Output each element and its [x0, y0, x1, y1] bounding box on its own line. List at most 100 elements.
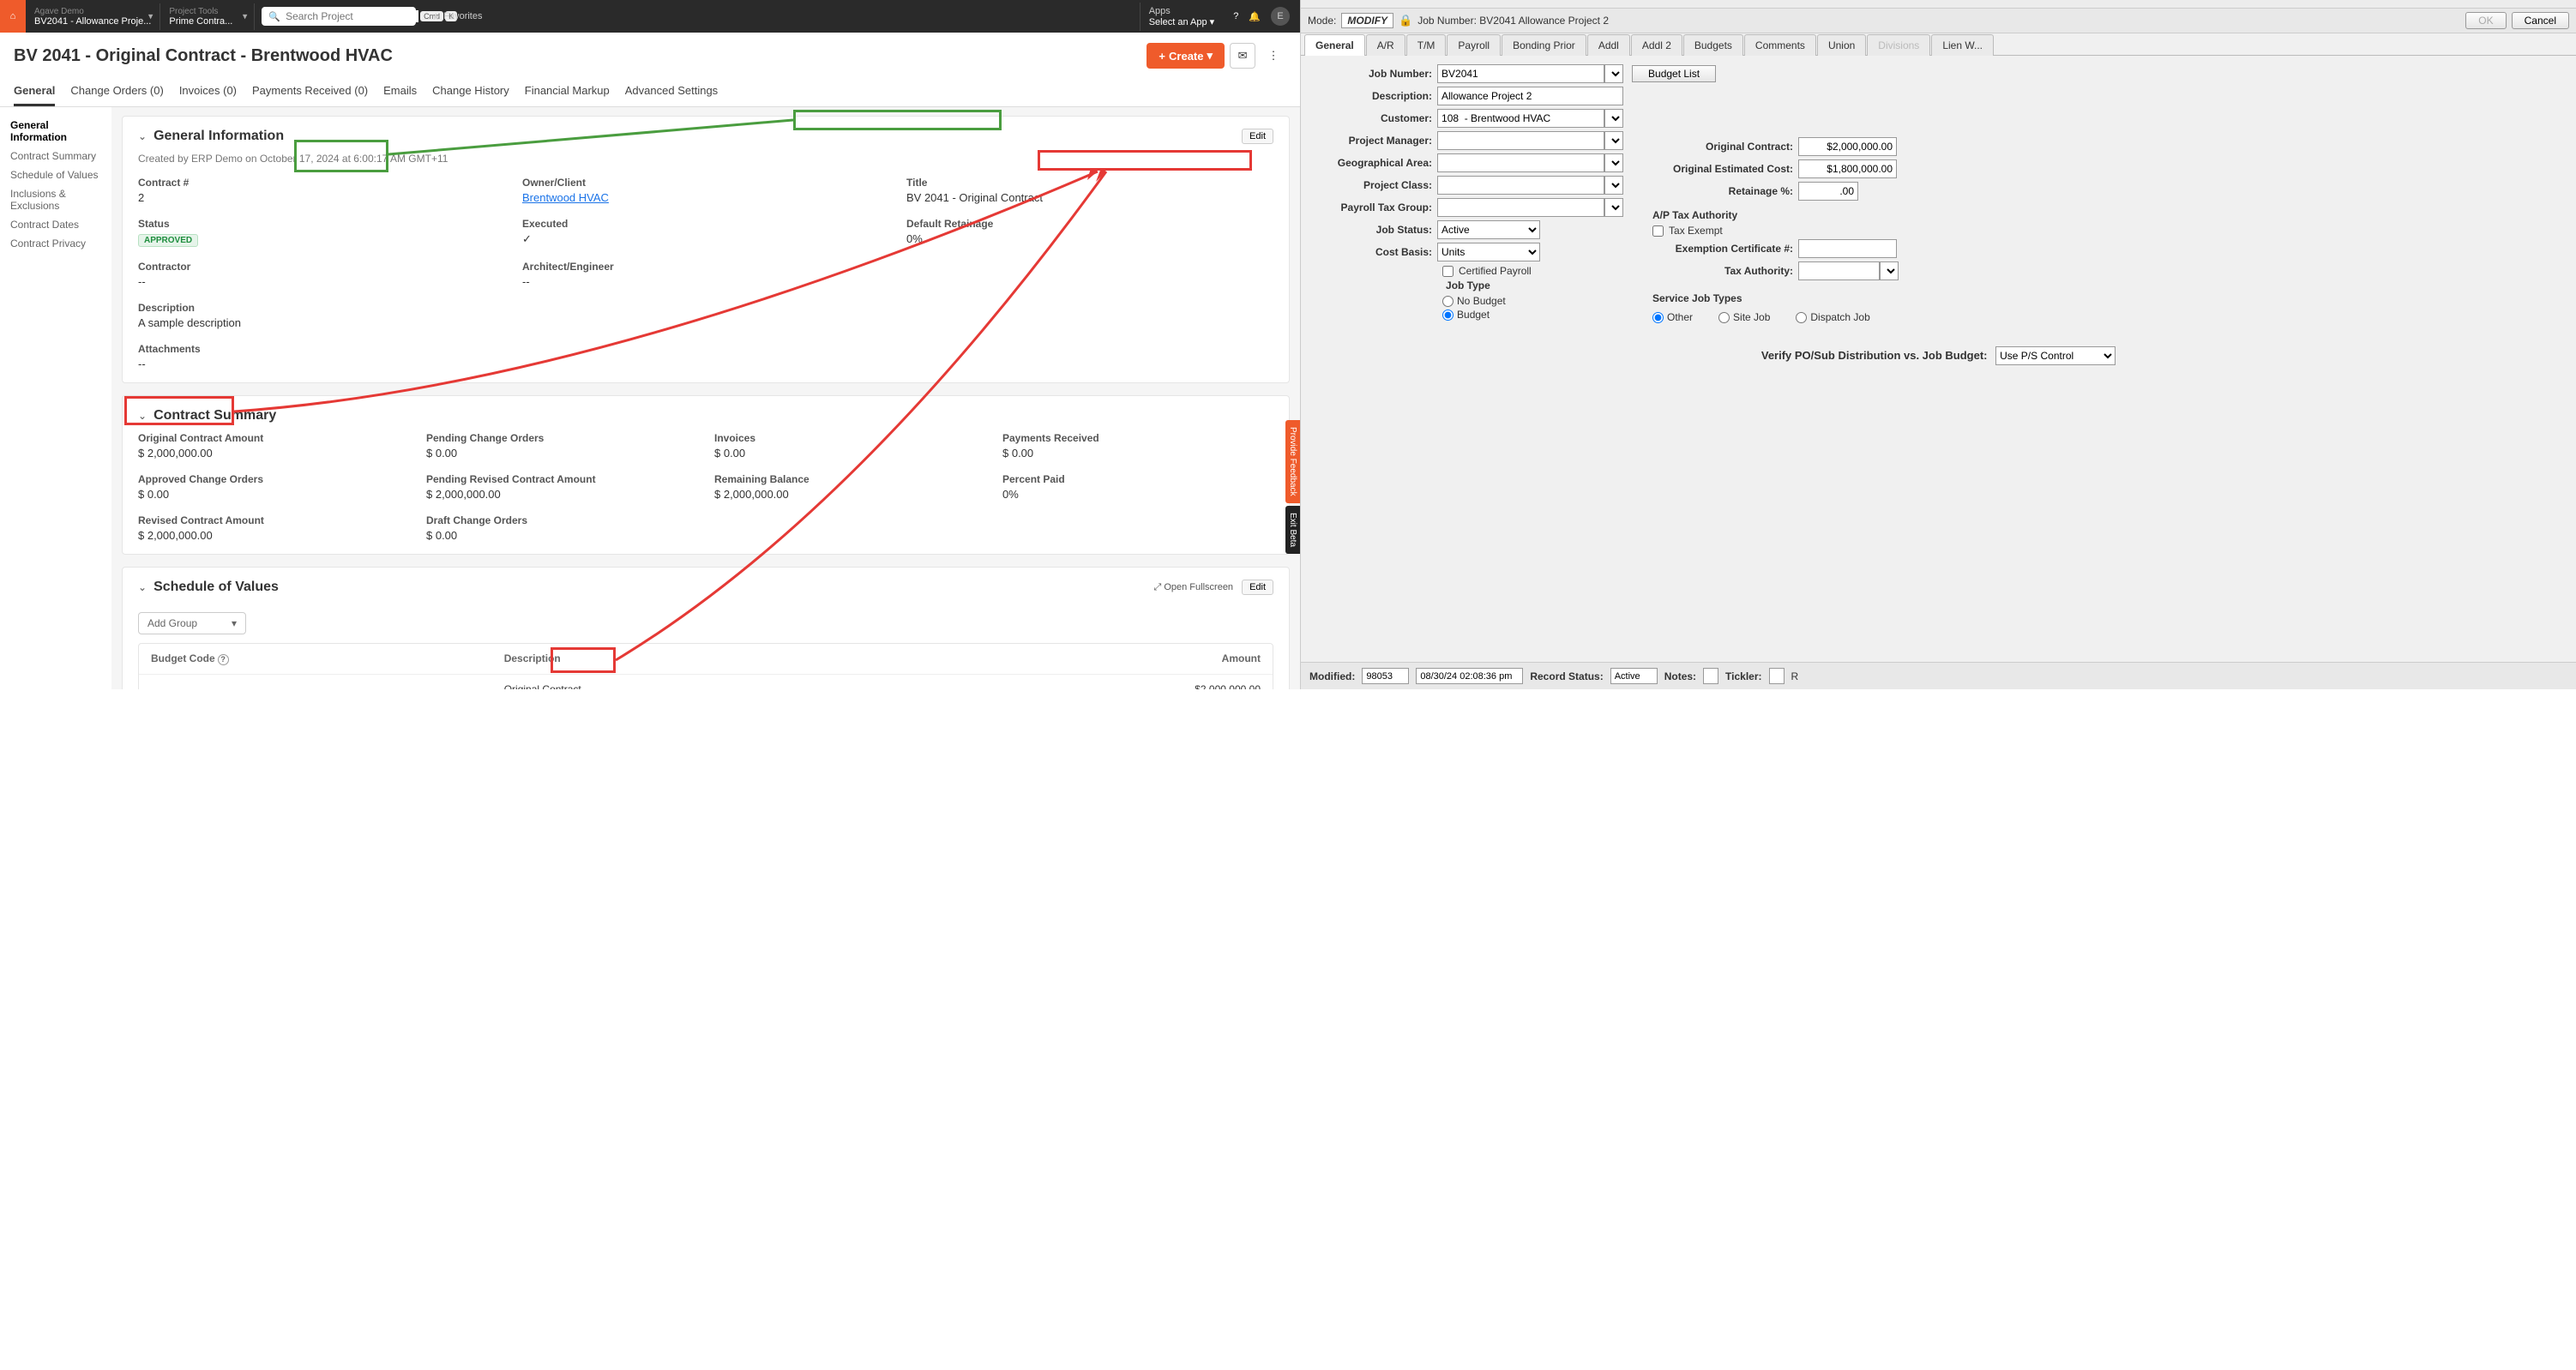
est-input[interactable] — [1798, 159, 1897, 178]
search-input-wrap[interactable]: 🔍 Cmd K — [262, 7, 416, 26]
rtab-comments[interactable]: Comments — [1744, 34, 1816, 56]
add-group-dropdown[interactable]: Add Group ▾ — [138, 612, 246, 634]
svc-site-label: Site Job — [1733, 311, 1770, 323]
rtab-general[interactable]: General — [1304, 34, 1365, 56]
class-input[interactable] — [1437, 176, 1604, 195]
home-icon[interactable]: ⌂ — [0, 0, 26, 33]
sidenav-inclusions[interactable]: Inclusions & Exclusions — [10, 184, 101, 215]
rem-value: $ 2,000,000.00 — [714, 488, 985, 501]
tab-payments[interactable]: Payments Received (0) — [252, 77, 368, 106]
tab-advanced[interactable]: Advanced Settings — [625, 77, 718, 106]
cert-payroll-label: Certified Payroll — [1459, 265, 1532, 277]
cust-input[interactable] — [1437, 109, 1604, 128]
tab-emails[interactable]: Emails — [383, 77, 417, 106]
svc-disp-label: Dispatch Job — [1810, 311, 1869, 323]
cert-payroll-checkbox[interactable] — [1442, 266, 1454, 277]
tab-change-orders[interactable]: Change Orders (0) — [70, 77, 163, 106]
modified-date[interactable] — [1416, 668, 1523, 684]
card-sov: ⌄ Schedule of Values ⤢Open Fullscreen Ed… — [122, 567, 1290, 689]
costbasis-select[interactable]: Units — [1437, 243, 1540, 261]
orig-input[interactable] — [1798, 137, 1897, 156]
collapse-icon[interactable]: ⌄ — [138, 130, 147, 142]
pct-value: 0% — [1002, 488, 1273, 501]
budget-list-button[interactable]: Budget List — [1632, 65, 1716, 82]
rtab-addl[interactable]: Addl — [1587, 34, 1630, 56]
rtab-union[interactable]: Union — [1817, 34, 1866, 56]
svc-site-radio[interactable] — [1718, 312, 1730, 323]
ptax-dropdown[interactable] — [1604, 198, 1623, 217]
tools-dropdown[interactable]: Project Tools Prime Contra... ▾ — [160, 3, 255, 30]
desc-input[interactable] — [1437, 87, 1623, 105]
sidenav-summary[interactable]: Contract Summary — [10, 147, 101, 165]
project-dropdown[interactable]: Agave Demo BV2041 - Allowance Proje... ▾ — [26, 3, 160, 30]
r-toolbar — [1301, 0, 2576, 9]
sidenav-general[interactable]: General Information — [10, 116, 101, 147]
recstatus-value[interactable] — [1610, 668, 1658, 684]
open-fullscreen[interactable]: ⤢Open Fullscreen — [1154, 582, 1234, 593]
favorites-link[interactable]: ★ Favorites — [423, 11, 491, 22]
tab-changehistory[interactable]: Change History — [432, 77, 509, 106]
svc-disp-radio[interactable] — [1796, 312, 1807, 323]
budget-label: Budget — [1457, 309, 1490, 321]
pm-dropdown[interactable] — [1604, 131, 1623, 150]
rtab-lien[interactable]: Lien W... — [1931, 34, 1994, 56]
search-input[interactable] — [286, 10, 418, 22]
project-name: BV2041 - Allowance Proje... — [34, 16, 151, 27]
pct-label: Percent Paid — [1002, 473, 1273, 485]
verify-select[interactable]: Use P/S Control — [1995, 346, 2116, 365]
tickler-input[interactable] — [1769, 668, 1785, 684]
rtab-tm[interactable]: T/M — [1406, 34, 1447, 56]
rca-value: $ 2,000,000.00 — [138, 529, 409, 542]
cancel-button[interactable]: Cancel — [2512, 12, 2569, 29]
exit-beta-tab[interactable]: Exit Beta — [1285, 506, 1300, 554]
owner-link[interactable]: Brentwood HVAC — [522, 191, 609, 204]
geo-input[interactable] — [1437, 153, 1604, 172]
class-dropdown[interactable] — [1604, 176, 1623, 195]
jobnum-input[interactable] — [1437, 64, 1604, 83]
rtab-ar[interactable]: A/R — [1366, 34, 1405, 56]
feedback-tab[interactable]: Provide Feedback — [1285, 420, 1300, 503]
tab-financial[interactable]: Financial Markup — [525, 77, 610, 106]
mail-icon[interactable]: ✉ — [1230, 43, 1255, 69]
notes-input[interactable] — [1703, 668, 1718, 684]
help-icon[interactable]: ? — [218, 654, 229, 665]
jobstatus-select[interactable]: Active — [1437, 220, 1540, 239]
collapse-icon[interactable]: ⌄ — [138, 410, 147, 422]
rtab-payroll[interactable]: Payroll — [1447, 34, 1501, 56]
tab-general[interactable]: General — [14, 77, 55, 106]
edit-button[interactable]: Edit — [1242, 129, 1273, 144]
mode-value: MODIFY — [1341, 13, 1393, 28]
ok-button[interactable]: OK — [2465, 12, 2506, 29]
sidenav-sov[interactable]: Schedule of Values — [10, 165, 101, 184]
svc-other-radio[interactable] — [1652, 312, 1664, 323]
retain-label: Default Retainage — [906, 218, 1273, 230]
taxauth-input[interactable] — [1798, 261, 1880, 280]
tab-invoices[interactable]: Invoices (0) — [179, 77, 237, 106]
collapse-icon[interactable]: ⌄ — [138, 581, 147, 593]
chevron-down-icon: ▾ — [1210, 17, 1215, 27]
pm-input[interactable] — [1437, 131, 1604, 150]
geo-dropdown[interactable] — [1604, 153, 1623, 172]
create-button[interactable]: + Create ▾ — [1147, 43, 1225, 69]
jobnum-dropdown[interactable] — [1604, 64, 1623, 83]
sidenav-dates[interactable]: Contract Dates — [10, 215, 101, 234]
exempt-input[interactable] — [1798, 239, 1897, 258]
edit-button[interactable]: Edit — [1242, 580, 1273, 595]
sidenav-privacy[interactable]: Contract Privacy — [10, 234, 101, 253]
taxexempt-checkbox[interactable] — [1652, 225, 1664, 237]
ptax-input[interactable] — [1437, 198, 1604, 217]
taxauth-dropdown[interactable] — [1880, 261, 1899, 280]
help-icon[interactable]: ? — [1233, 11, 1238, 21]
more-icon[interactable]: ⋮ — [1261, 43, 1286, 69]
rtab-addl2[interactable]: Addl 2 — [1631, 34, 1682, 56]
modified-user[interactable] — [1362, 668, 1409, 684]
nobudget-radio[interactable] — [1442, 296, 1454, 307]
avatar[interactable]: E — [1271, 7, 1290, 26]
rtab-budgets[interactable]: Budgets — [1683, 34, 1743, 56]
bell-icon[interactable]: 🔔 — [1249, 11, 1261, 22]
apps-dropdown[interactable]: Apps Select an App ▾ — [1140, 3, 1223, 31]
cust-dropdown[interactable] — [1604, 109, 1623, 128]
retainpct-input[interactable] — [1798, 182, 1858, 201]
budget-radio[interactable] — [1442, 309, 1454, 321]
rtab-bonding[interactable]: Bonding Prior — [1502, 34, 1586, 56]
